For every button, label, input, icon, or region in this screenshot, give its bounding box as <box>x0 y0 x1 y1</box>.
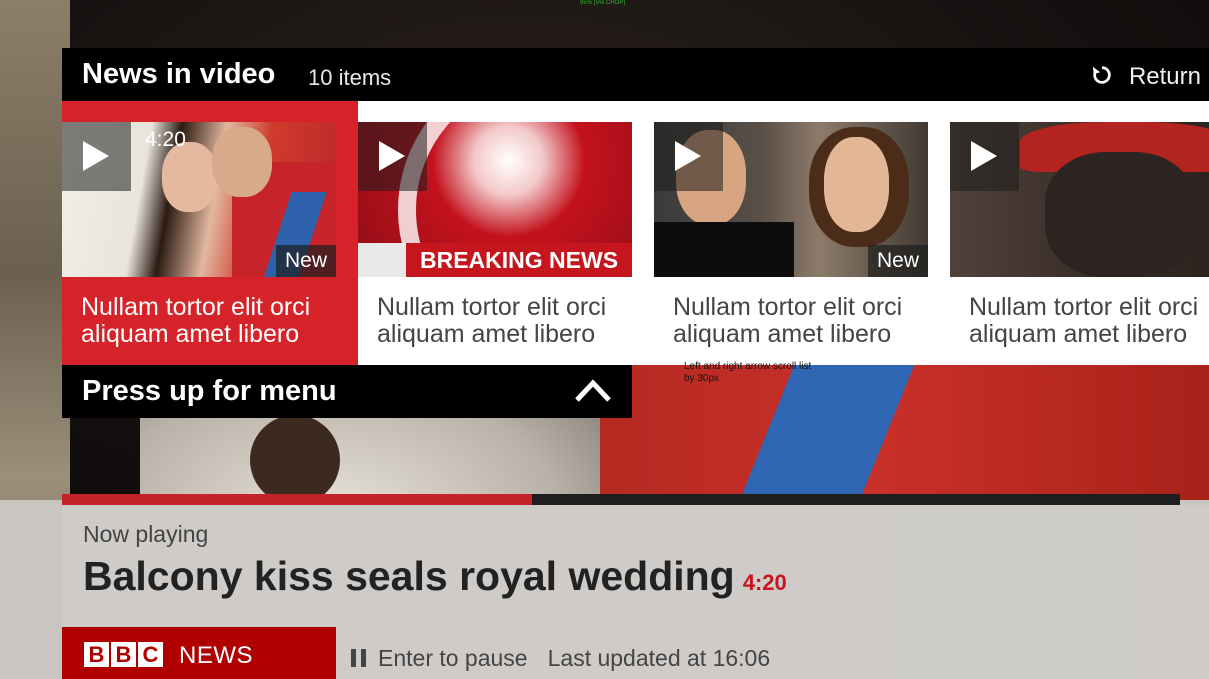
breaking-news-banner: BREAKING NEWS <box>406 243 632 277</box>
debug-label: 95% (5% CROP) <box>580 0 626 6</box>
section-title: News in video <box>82 58 276 90</box>
headline-duration: 4:20 <box>742 570 787 595</box>
playback-status: Enter to pause Last updated at 16:06 <box>350 645 770 672</box>
playback-progress[interactable] <box>62 494 1180 505</box>
video-thumbnail <box>950 122 1209 277</box>
now-playing-headline: Balcony kiss seals royal wedding 4:20 <box>83 553 787 600</box>
now-playing-panel: Now playing Balcony kiss seals royal wed… <box>62 505 1209 679</box>
video-duration: 4:20 <box>145 128 186 151</box>
return-icon[interactable] <box>1091 64 1113 86</box>
play-icon[interactable] <box>950 122 1019 191</box>
video-caption: Nullam tortor elit orci aliquam amet lib… <box>81 293 311 348</box>
menu-hint: Press up for menu <box>82 375 337 407</box>
play-icon[interactable] <box>62 122 131 191</box>
logo-letter: B <box>111 642 136 667</box>
item-count: 10 items <box>308 65 392 90</box>
new-badge: New <box>867 245 928 277</box>
last-updated: Last updated at 16:06 <box>547 645 771 671</box>
logo-letter: B <box>84 642 109 667</box>
return-button[interactable]: Return <box>1129 63 1201 91</box>
video-thumbnail: BREAKING NEWS <box>358 122 632 277</box>
pause-hint: Enter to pause <box>378 645 528 671</box>
chevron-up-icon[interactable] <box>574 379 612 403</box>
play-icon[interactable] <box>654 122 723 191</box>
new-badge: New <box>275 245 336 277</box>
video-carousel: 4:20 New Nullam tortor elit orci aliquam… <box>62 101 1209 365</box>
pause-icon[interactable] <box>350 649 368 667</box>
video-thumbnail: New <box>654 122 928 277</box>
video-card[interactable]: Nullam tortor elit orci aliquam amet lib… <box>950 101 1209 365</box>
video-caption: Nullam tortor elit orci aliquam amet lib… <box>377 293 607 348</box>
video-card[interactable]: BREAKING NEWS Nullam tortor elit orci al… <box>358 101 654 365</box>
annotation-note: Left and right arrow scroll list by 30px <box>684 361 812 384</box>
logo-letter: C <box>138 642 163 667</box>
progress-fill <box>62 494 532 505</box>
video-caption: Nullam tortor elit orci aliquam amet lib… <box>673 293 903 348</box>
now-playing-label: Now playing <box>83 521 209 547</box>
menu-hint-bar[interactable]: Press up for menu <box>62 365 632 418</box>
video-card[interactable]: 4:20 New Nullam tortor elit orci aliquam… <box>62 101 358 365</box>
headline-text: Balcony kiss seals royal wedding <box>83 553 735 599</box>
bbc-news-logo: BBC NEWS <box>62 627 336 679</box>
video-caption: Nullam tortor elit orci aliquam amet lib… <box>969 293 1199 348</box>
play-icon[interactable] <box>358 122 427 191</box>
carousel-header: News in video 10 items Return <box>62 48 1209 101</box>
video-thumbnail: 4:20 New <box>62 122 336 277</box>
video-card[interactable]: New Nullam tortor elit orci aliquam amet… <box>654 101 950 365</box>
logo-word: NEWS <box>179 642 253 669</box>
